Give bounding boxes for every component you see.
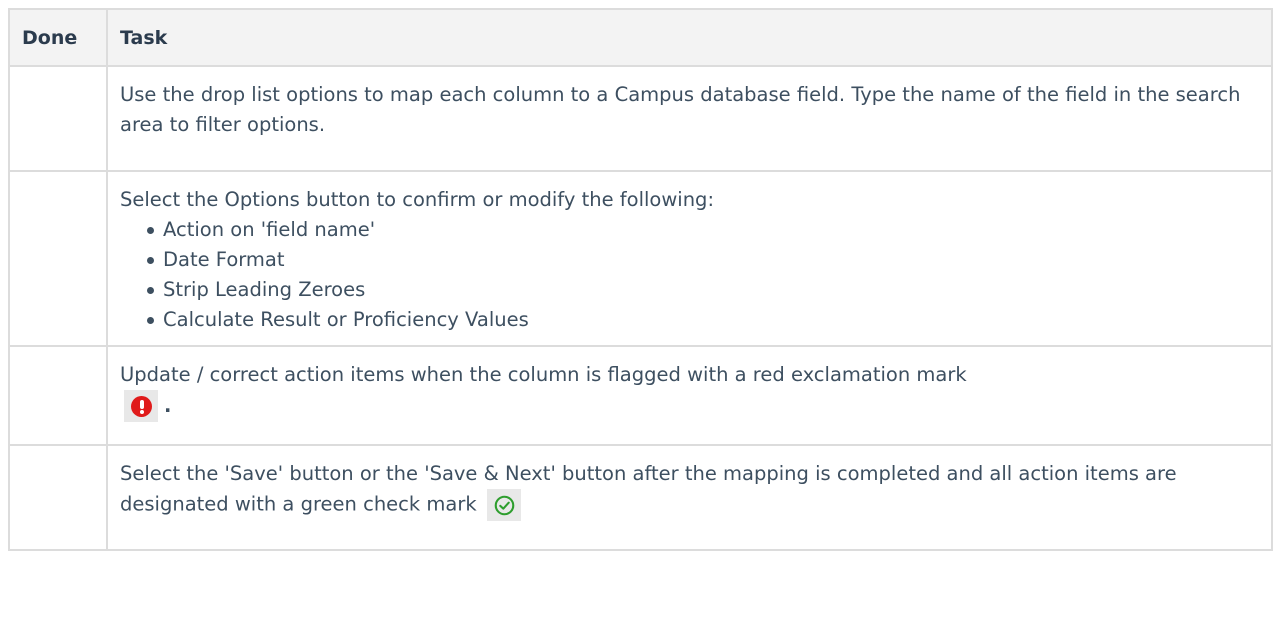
options-list: Action on 'field name' Date Format Strip… bbox=[120, 215, 1255, 335]
list-item: Date Format bbox=[147, 245, 1255, 275]
task-cell: Update / correct action items when the c… bbox=[106, 345, 1273, 446]
check-icon-box bbox=[486, 489, 521, 521]
trailing-period: . bbox=[164, 393, 172, 417]
task-cell: Select the 'Save' button or the 'Save & … bbox=[106, 444, 1273, 551]
task-checklist: Done Task Use the drop list options to m… bbox=[0, 8, 1277, 619]
task-text: Use the drop list options to map each co… bbox=[120, 83, 1241, 136]
done-cell bbox=[8, 444, 108, 551]
done-cell bbox=[8, 65, 108, 172]
exclamation-icon-box bbox=[124, 390, 158, 422]
task-text: Select the Options button to confirm or … bbox=[120, 188, 715, 211]
table-row: Select the 'Save' button or the 'Save & … bbox=[8, 444, 1273, 551]
task-cell: Select the Options button to confirm or … bbox=[106, 170, 1273, 347]
list-item: Strip Leading Zeroes bbox=[147, 275, 1255, 305]
task-table: Done Task Use the drop list options to m… bbox=[8, 8, 1273, 551]
done-cell bbox=[8, 345, 108, 446]
task-text: Select the 'Save' button or the 'Save & … bbox=[120, 462, 1177, 516]
table-row: Select the Options button to confirm or … bbox=[8, 170, 1273, 347]
list-item: Action on 'field name' bbox=[147, 215, 1255, 245]
green-check-icon bbox=[494, 495, 515, 516]
task-cell: Use the drop list options to map each co… bbox=[106, 65, 1273, 172]
task-column-header: Task bbox=[106, 8, 1273, 67]
list-item: Calculate Result or Proficiency Values bbox=[147, 305, 1255, 335]
header-row: Done Task bbox=[8, 8, 1273, 67]
red-exclamation-icon bbox=[131, 396, 152, 417]
task-text: Update / correct action items when the c… bbox=[120, 363, 967, 386]
done-cell bbox=[8, 170, 108, 347]
done-column-header: Done bbox=[8, 8, 108, 67]
table-row: Update / correct action items when the c… bbox=[8, 345, 1273, 446]
table-row: Use the drop list options to map each co… bbox=[8, 65, 1273, 172]
